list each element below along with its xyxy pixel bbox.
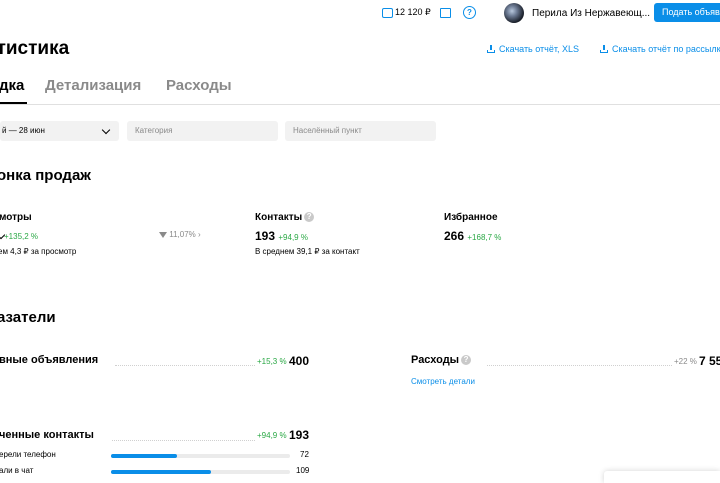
expenses-change: +22 % <box>674 357 697 366</box>
tab-details[interactable]: Детализация <box>45 77 141 94</box>
help-icon[interactable]: ? <box>304 212 315 222</box>
tab-expenses[interactable]: Расходы <box>166 77 232 94</box>
views-conversion-value: 11,07% <box>169 230 196 239</box>
username[interactable]: Перила Из Нержавеющ... <box>532 8 650 19</box>
city-input[interactable]: Населённый пункт <box>285 121 436 141</box>
received-contacts-change: +94,9 % <box>257 431 287 440</box>
indicators-title: азатели <box>0 309 56 326</box>
active-ads-change: +15,3 % <box>257 357 287 366</box>
chat-bar-fill <box>111 470 212 474</box>
views-conversion[interactable]: 11,07% › <box>159 230 201 239</box>
contacts-note: В среднем 39,1 ₽ за контакт <box>255 247 360 256</box>
phone-views-label: ерели телефон <box>0 450 56 459</box>
date-range-select[interactable]: й — 28 июн <box>0 121 119 141</box>
popup-panel[interactable] <box>604 471 720 483</box>
favorites-label: Избранное <box>444 212 498 223</box>
post-ad-button[interactable]: Подать объявл <box>654 3 720 22</box>
contacts-label-text: Контакты <box>255 212 303 223</box>
contacts-label: Контакты? <box>255 212 315 223</box>
download-icon <box>487 45 495 53</box>
chat-label: али в чат <box>0 466 34 475</box>
wallet-icon[interactable] <box>382 8 393 18</box>
active-ads-value: 400 <box>289 354 310 368</box>
contacts-value: 193 +94,9 % <box>255 229 308 243</box>
expenses-leader <box>487 365 672 366</box>
expenses-label-text: Расходы <box>411 354 460 366</box>
favorites-value: 266 +168,7 % <box>444 229 501 243</box>
avatar[interactable] <box>504 3 524 23</box>
chevron-down-icon <box>101 125 111 135</box>
messages-icon[interactable] <box>440 8 451 18</box>
download-mailing-link[interactable]: Скачать отчёт по рассылк <box>600 44 720 54</box>
expenses-label: Расходы? <box>411 354 472 366</box>
views-change: +135,2 % <box>4 232 39 241</box>
favorites-number: 266 <box>444 229 465 243</box>
download-xls-link[interactable]: Скачать отчёт, XLS <box>487 44 579 54</box>
views-label: мотры <box>0 212 32 223</box>
active-ads-label: вные объявления <box>0 354 99 366</box>
received-contacts-leader <box>112 440 255 441</box>
favorites-change: +168,7 % <box>467 233 502 242</box>
phone-views-bar <box>111 454 290 458</box>
funnel-icon <box>159 232 167 238</box>
date-range-value: й — 28 июн <box>2 126 45 135</box>
received-contacts-value: 193 <box>289 428 310 442</box>
expenses-details-link[interactable]: Смотреть детали <box>411 377 475 386</box>
active-ads-leader <box>115 365 255 366</box>
download-xls-label: Скачать отчёт, XLS <box>499 44 580 54</box>
contacts-number: 193 <box>255 229 276 243</box>
tabs-divider <box>0 104 720 105</box>
help-icon[interactable]: ? <box>461 355 472 365</box>
download-icon <box>600 45 608 53</box>
expenses-value: 7 55 <box>699 354 720 368</box>
download-mailing-label: Скачать отчёт по рассылк <box>612 44 720 54</box>
phone-views-value: 72 <box>300 450 309 459</box>
help-icon[interactable]: ? <box>463 6 476 19</box>
tab-summary[interactable]: дка <box>0 77 24 94</box>
chat-bar <box>111 470 290 474</box>
chevron-right-icon: › <box>198 230 201 239</box>
chat-value: 109 <box>296 466 310 475</box>
contacts-change: +94,9 % <box>278 233 308 242</box>
balance[interactable]: 12 120 ₽ <box>395 7 431 18</box>
page-title: атистика <box>0 38 70 59</box>
received-contacts-label: ченные контакты <box>0 429 94 441</box>
category-input[interactable]: Категория <box>127 121 278 141</box>
sales-funnel-title: онка продаж <box>0 167 91 184</box>
phone-views-bar-fill <box>111 454 178 458</box>
views-note: ем 4,3 ₽ за просмотр <box>0 247 77 256</box>
